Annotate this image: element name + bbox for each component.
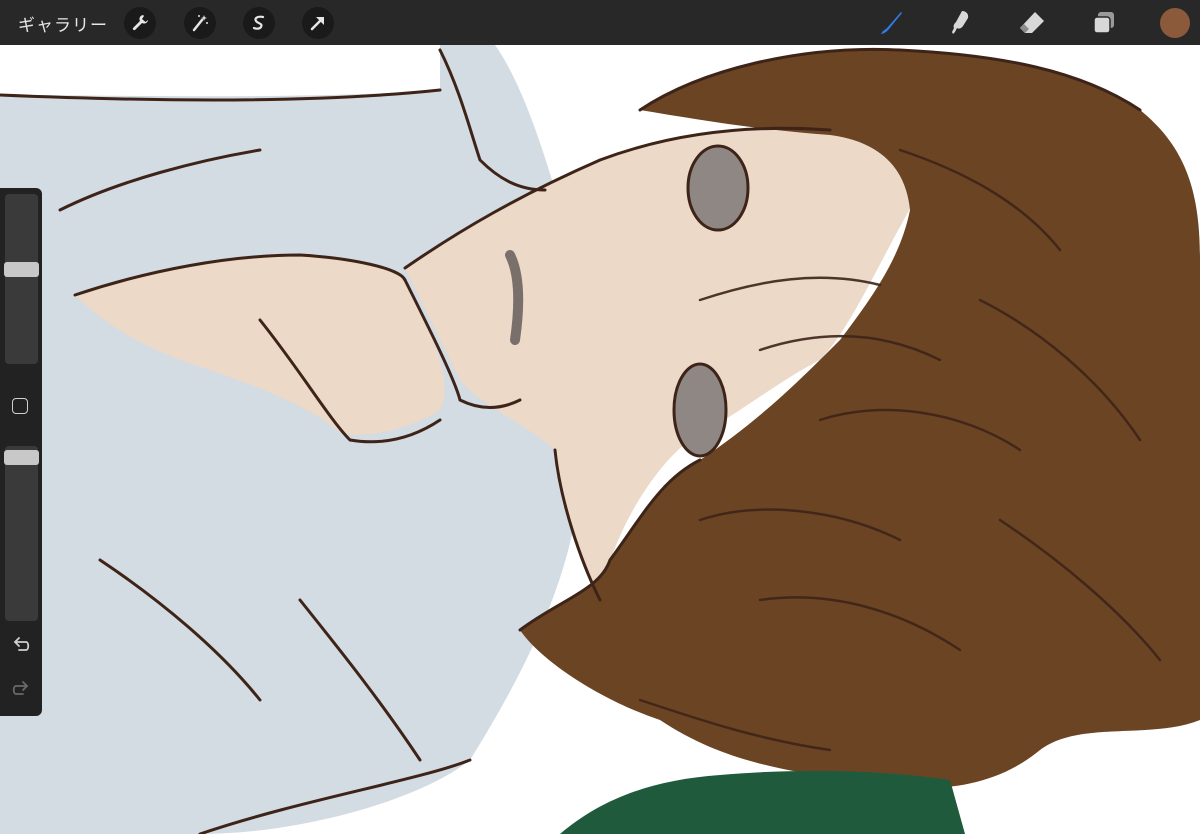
undo-icon[interactable] bbox=[10, 636, 32, 656]
selection-icon bbox=[252, 15, 265, 30]
eye-upper bbox=[686, 144, 750, 232]
brush-size-slider[interactable] bbox=[4, 194, 39, 364]
eraser-tool-button[interactable] bbox=[1016, 7, 1048, 39]
brush-tool-button[interactable] bbox=[874, 7, 906, 39]
eye-lower bbox=[672, 362, 728, 458]
selection-button[interactable] bbox=[243, 7, 275, 39]
shirt-area bbox=[0, 45, 575, 834]
smudge-tool-button[interactable] bbox=[944, 7, 976, 39]
color-swatch-button[interactable] bbox=[1160, 8, 1190, 38]
opacity-thumb[interactable] bbox=[4, 450, 39, 465]
smudge-icon bbox=[952, 11, 969, 34]
left-sidebar bbox=[0, 188, 42, 716]
layers-icon bbox=[1093, 12, 1114, 34]
transform-arrow-icon bbox=[310, 17, 324, 31]
wrench-icon bbox=[132, 15, 148, 31]
adjustments-button[interactable] bbox=[184, 7, 216, 39]
redo-icon[interactable] bbox=[10, 680, 32, 700]
brush-size-thumb[interactable] bbox=[4, 262, 39, 277]
actions-button[interactable] bbox=[124, 7, 156, 39]
gallery-button[interactable]: ギャラリー bbox=[18, 11, 108, 36]
top-toolbar: ギャラリー bbox=[0, 0, 1200, 45]
drawing-canvas[interactable] bbox=[0, 0, 1200, 834]
transform-button[interactable] bbox=[302, 7, 334, 39]
brush-icon bbox=[881, 12, 902, 34]
magic-wand-icon bbox=[192, 15, 208, 32]
layers-button[interactable] bbox=[1088, 7, 1120, 39]
modify-button[interactable] bbox=[12, 398, 28, 414]
eraser-icon bbox=[1020, 12, 1044, 33]
opacity-slider[interactable] bbox=[4, 446, 39, 621]
